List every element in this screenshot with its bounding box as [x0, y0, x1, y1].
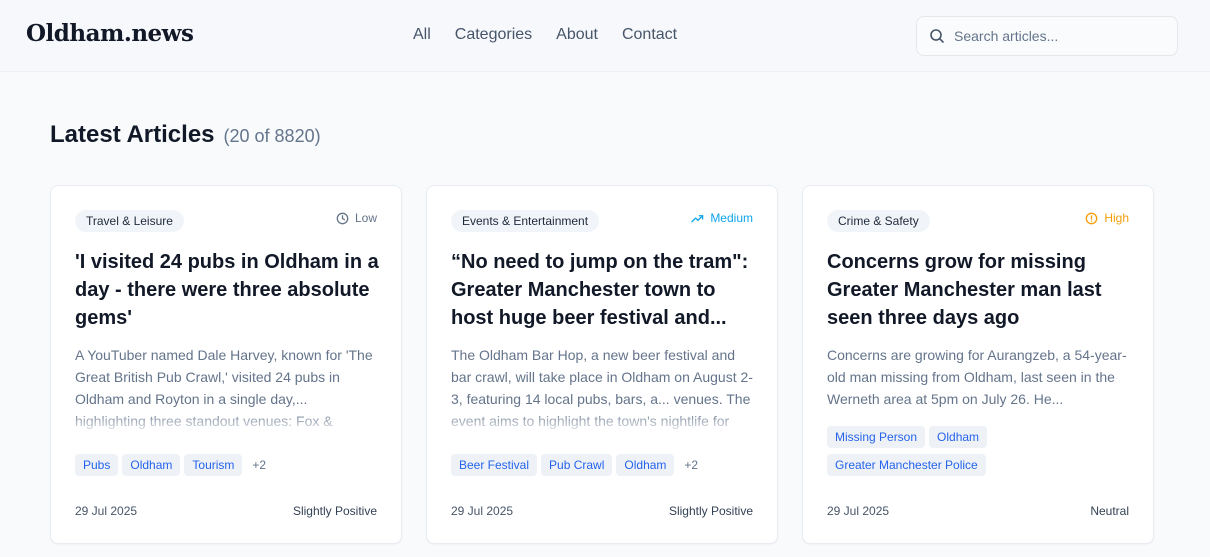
- article-excerpt: Concerns are growing for Aurangzeb, a 54…: [827, 347, 1127, 407]
- article-card[interactable]: Travel & Leisure Low 'I visited 24 pubs …: [50, 185, 402, 544]
- category-badge[interactable]: Travel & Leisure: [75, 210, 184, 232]
- importance-label: Low: [354, 211, 377, 225]
- article-date: 29 Jul 2025: [75, 504, 138, 518]
- importance-indicator: High: [1085, 211, 1129, 225]
- article-title[interactable]: 'I visited 24 pubs in Oldham in a day - …: [75, 248, 379, 332]
- sentiment-label: Slightly Positive: [668, 504, 753, 518]
- more-tags-count[interactable]: +2: [252, 458, 266, 472]
- category-badge[interactable]: Events & Entertainment: [451, 210, 600, 232]
- importance-indicator: Medium: [691, 211, 753, 225]
- more-tags-count[interactable]: +2: [684, 458, 698, 472]
- search-box[interactable]: [916, 16, 1178, 56]
- tag[interactable]: Oldham: [616, 454, 675, 476]
- tag[interactable]: Pubs: [75, 454, 119, 476]
- article-card[interactable]: Crime & Safety High Concerns grow for mi…: [802, 185, 1154, 544]
- site-logo[interactable]: Oldham.news: [26, 20, 194, 47]
- nav-about[interactable]: About: [556, 26, 598, 44]
- tag[interactable]: Tourism: [184, 454, 243, 476]
- article-date: 29 Jul 2025: [451, 504, 514, 518]
- importance-label: High: [1104, 211, 1129, 225]
- article-card[interactable]: Events & Entertainment Medium “No need t…: [426, 185, 778, 544]
- tag[interactable]: Oldham: [929, 426, 988, 448]
- sentiment-label: Slightly Positive: [292, 504, 377, 518]
- tag-list: Missing Person Oldham Greater Manchester…: [827, 426, 1131, 476]
- tag[interactable]: Missing Person: [827, 426, 926, 448]
- article-count: (20 of 8820): [223, 126, 321, 146]
- trending-up-icon: [691, 214, 704, 222]
- sentiment-label: Neutral: [1090, 504, 1129, 518]
- site-header: Oldham.news All Categories About Contact: [0, 0, 1210, 72]
- article-title[interactable]: Concerns grow for missing Greater Manche…: [827, 248, 1131, 332]
- article-excerpt: A YouTuber named Dale Harvey, known for …: [75, 344, 379, 436]
- tag[interactable]: Greater Manchester Police: [827, 454, 986, 476]
- tag-list: Pubs Oldham Tourism +2: [75, 454, 379, 476]
- importance-label: Medium: [710, 211, 753, 225]
- section-heading: Latest Articles (20 of 8820): [50, 121, 321, 149]
- category-badge[interactable]: Crime & Safety: [827, 210, 930, 232]
- main-nav: All Categories About Contact: [413, 26, 677, 44]
- search-input[interactable]: [954, 28, 1164, 44]
- tag[interactable]: Beer Festival: [451, 454, 538, 476]
- article-title[interactable]: “No need to jump on the tram": Greater M…: [451, 248, 755, 332]
- importance-indicator: Low: [336, 211, 377, 225]
- nav-contact[interactable]: Contact: [622, 26, 677, 44]
- tag[interactable]: Pub Crawl: [541, 454, 613, 476]
- nav-all[interactable]: All: [413, 26, 431, 44]
- article-excerpt: The Oldham Bar Hop, a new beer festival …: [451, 344, 755, 436]
- page-title: Latest Articles: [50, 121, 215, 148]
- clock-icon: [336, 212, 349, 224]
- article-date: 29 Jul 2025: [827, 504, 890, 518]
- tag[interactable]: Oldham: [122, 454, 181, 476]
- tag-list: Beer Festival Pub Crawl Oldham +2: [451, 454, 755, 476]
- nav-categories[interactable]: Categories: [455, 26, 532, 44]
- alert-circle-icon: [1085, 212, 1098, 224]
- search-icon: [930, 29, 944, 43]
